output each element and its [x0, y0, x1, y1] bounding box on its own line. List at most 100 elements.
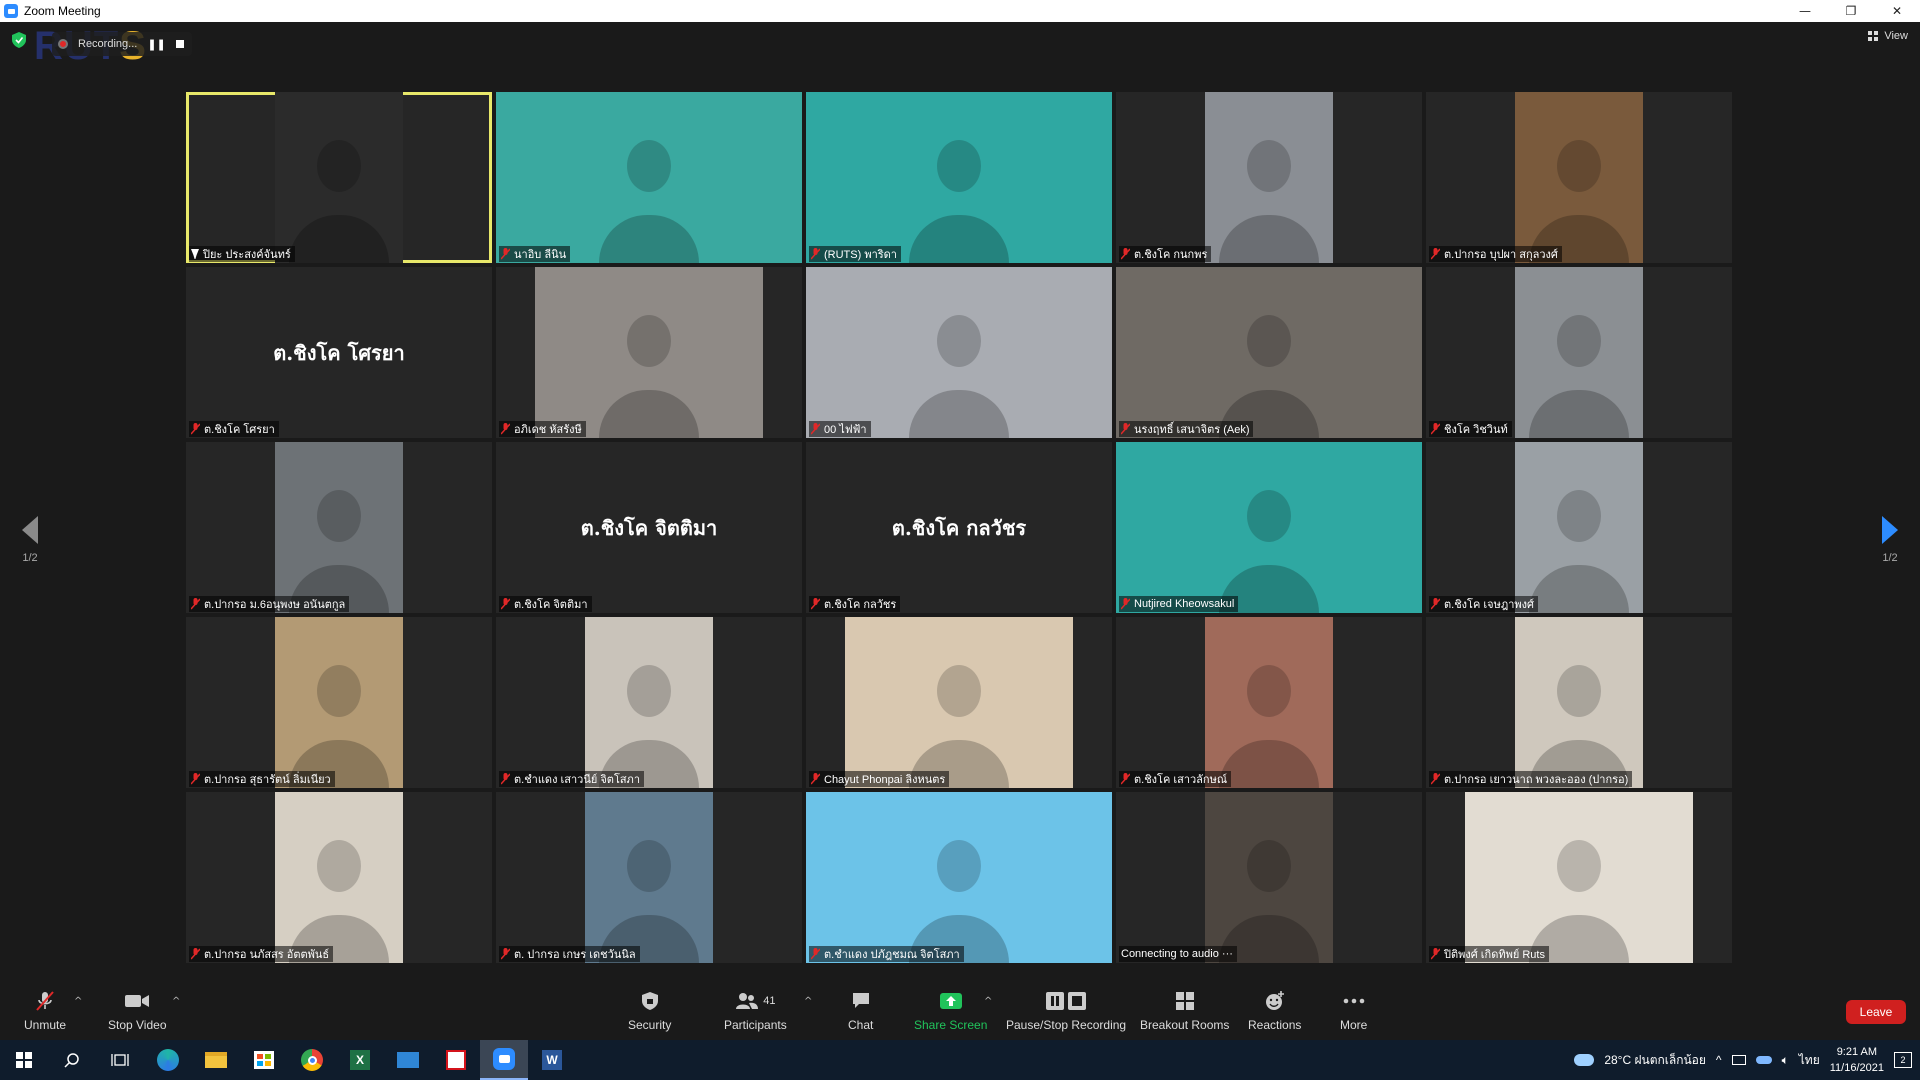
- more-button[interactable]: More: [1340, 990, 1367, 1032]
- participant-name-label: (RUTS) พาริดา: [809, 246, 901, 262]
- participant-tile[interactable]: ต.ชิงโค เจษฎาพงศ์: [1426, 442, 1732, 613]
- taskbar-excel[interactable]: X: [336, 1040, 384, 1080]
- participant-silhouette: [317, 664, 361, 717]
- zoom-app-icon: [4, 4, 18, 18]
- taskbar-chrome[interactable]: [288, 1040, 336, 1080]
- participant-name: ต.ปากรอ ม.6อนุพงษ อนันตกูล: [204, 599, 346, 611]
- clock-time: 9:21 AM: [1836, 1046, 1878, 1058]
- participant-name-label: ต.ชิงโค โศรยา: [189, 421, 279, 437]
- share-screen-icon: [939, 990, 963, 1012]
- participant-name: 00 ไฟฟ้า: [824, 424, 867, 436]
- participant-tile[interactable]: ต.ชิงโค เสาวลักษณ์: [1116, 617, 1422, 788]
- security-label: Security: [628, 1018, 672, 1032]
- participant-name: ชิงโค วิชวินท์: [1444, 424, 1508, 436]
- share-options-caret-icon[interactable]: ^: [984, 996, 992, 1007]
- participant-tile[interactable]: นาอิบ ลีนิน: [496, 92, 802, 263]
- participant-silhouette: [937, 664, 981, 717]
- taskbar-file-explorer[interactable]: [192, 1040, 240, 1080]
- close-button[interactable]: ✕: [1874, 0, 1920, 22]
- participant-tile[interactable]: ต.ชิงโค กนกพร: [1116, 92, 1422, 263]
- participant-tile[interactable]: (RUTS) พาริดา: [806, 92, 1112, 263]
- recording-indicator: Recording... ❚❚: [52, 32, 192, 56]
- participant-tile[interactable]: ต.ปากรอ เยาวนาถ พวงละออง (ปากรอ): [1426, 617, 1732, 788]
- participant-tile[interactable]: Connecting to audio ···: [1116, 792, 1422, 963]
- reactions-button[interactable]: Reactions: [1248, 990, 1301, 1032]
- participant-tile[interactable]: อภิเดช หัสรังษี: [496, 267, 802, 438]
- audio-options-caret-icon[interactable]: ^: [74, 996, 82, 1007]
- participant-silhouette: [627, 139, 671, 192]
- stop-recording-icon[interactable]: [175, 40, 184, 48]
- participant-tile[interactable]: ต.ปากรอ สุธารัตน์ ลิ่มเนียว: [186, 617, 492, 788]
- participant-name-label: ต.ปากรอ นภัสสร อัตตพันธ์: [189, 946, 334, 962]
- weather-text[interactable]: 28°C ฝนตกเล็กน้อย: [1604, 1051, 1706, 1070]
- participant-tile[interactable]: ต.ชำแดง เสาวนีย์ จิตโสภา: [496, 617, 802, 788]
- participants-caret-icon[interactable]: ^: [804, 996, 812, 1007]
- more-dots-icon: [1343, 990, 1365, 1012]
- breakout-rooms-button[interactable]: Breakout Rooms: [1140, 990, 1229, 1032]
- mic-muted-icon: [501, 248, 510, 260]
- participant-tile[interactable]: ต.ชิงโค จิตติมา ต.ชิงโค จิตติมา: [496, 442, 802, 613]
- chat-button[interactable]: Chat: [848, 990, 873, 1032]
- input-language[interactable]: ไทย: [1799, 1051, 1820, 1070]
- unmute-button[interactable]: Unmute: [24, 990, 66, 1032]
- participant-tile[interactable]: ต.ปากรอ บุปผา สกุลวงศ์: [1426, 92, 1732, 263]
- mic-muted-icon: [191, 423, 200, 435]
- previous-page-button[interactable]: 1/2: [10, 516, 50, 564]
- participant-tile[interactable]: 00 ไฟฟ้า: [806, 267, 1112, 438]
- task-view-button[interactable]: [96, 1040, 144, 1080]
- next-page-button[interactable]: 1/2: [1870, 516, 1910, 564]
- taskbar-acrobat[interactable]: [432, 1040, 480, 1080]
- participant-name-label: ต.ชิงโค กลวัชร: [809, 596, 901, 612]
- participant-tile[interactable]: ต.ปากรอ ม.6อนุพงษ อนันตกูล: [186, 442, 492, 613]
- mic-muted-icon: [811, 773, 820, 785]
- restore-button[interactable]: ❐: [1828, 0, 1874, 22]
- taskbar-word[interactable]: W: [528, 1040, 576, 1080]
- security-button[interactable]: Security: [628, 990, 671, 1032]
- tray-overflow-icon[interactable]: ^: [1716, 1053, 1722, 1067]
- search-button[interactable]: [48, 1040, 96, 1080]
- share-screen-button[interactable]: Share Screen: [914, 990, 987, 1032]
- weather-cloud-icon[interactable]: [1574, 1054, 1595, 1066]
- participant-tile[interactable]: ต.ชิงโค กลวัชร ต.ชิงโค กลวัชร: [806, 442, 1112, 613]
- participant-silhouette: [937, 139, 981, 192]
- edge-icon: [157, 1049, 179, 1071]
- minimize-button[interactable]: —: [1782, 0, 1828, 22]
- participant-tile[interactable]: ปิยะ ประสงค์จันทร์: [186, 92, 492, 263]
- participant-silhouette: [1557, 314, 1601, 367]
- participant-name-label: ต.ชิงโค เสาวลักษณ์: [1119, 771, 1232, 787]
- participant-tile[interactable]: ต.ชำแดง ปภัฎชมณ จิตโสภา: [806, 792, 1112, 963]
- participant-tile[interactable]: นรงฤทธิ์ เสนาจิตร (Aek): [1116, 267, 1422, 438]
- taskbar-store[interactable]: [240, 1040, 288, 1080]
- clock[interactable]: 9:21 AM 11/16/2021: [1830, 1044, 1884, 1076]
- mic-muted-icon: [1121, 773, 1130, 785]
- notifications-icon[interactable]: 2: [1894, 1052, 1912, 1068]
- participants-button[interactable]: 41 Participants: [724, 990, 787, 1032]
- pause-stop-recording-button[interactable]: Pause/Stop Recording: [1006, 990, 1126, 1032]
- view-button[interactable]: View: [1868, 30, 1908, 42]
- participant-tile[interactable]: Nutjired Kheowsakul: [1116, 442, 1422, 613]
- pause-recording-icon[interactable]: ❚❚: [147, 38, 165, 51]
- participant-silhouette: [937, 839, 981, 892]
- stop-video-label: Stop Video: [108, 1018, 167, 1032]
- taskbar-mail[interactable]: [384, 1040, 432, 1080]
- network-icon[interactable]: [1731, 1055, 1746, 1065]
- onedrive-icon[interactable]: [1755, 1056, 1772, 1064]
- video-options-caret-icon[interactable]: ^: [172, 996, 180, 1007]
- participant-video: [806, 792, 1112, 963]
- taskbar-edge[interactable]: [144, 1040, 192, 1080]
- participant-video: [1515, 267, 1643, 438]
- leave-button[interactable]: Leave: [1846, 1000, 1906, 1024]
- participant-tile[interactable]: ชิงโค วิชวินท์: [1426, 267, 1732, 438]
- taskbar-zoom[interactable]: [480, 1040, 528, 1080]
- stop-video-button[interactable]: Stop Video: [108, 990, 167, 1032]
- mic-muted-icon: [811, 423, 820, 435]
- start-button[interactable]: [0, 1040, 48, 1080]
- participant-tile[interactable]: ปิติพงศ์ เกิดทิพย์ Ruts: [1426, 792, 1732, 963]
- encryption-shield-icon[interactable]: [12, 32, 26, 48]
- volume-icon[interactable]: 🔈︎: [1782, 1053, 1789, 1068]
- participant-tile[interactable]: ต. ปากรอ เกษร เดชวันนิล: [496, 792, 802, 963]
- participant-tile[interactable]: ต.ชิงโค โศรยา ต.ชิงโค โศรยา: [186, 267, 492, 438]
- participant-tile[interactable]: ต.ปากรอ นภัสสร อัตตพันธ์: [186, 792, 492, 963]
- participant-tile[interactable]: Chayut Phonpai ลิงหนตร: [806, 617, 1112, 788]
- participant-silhouette: [1557, 664, 1601, 717]
